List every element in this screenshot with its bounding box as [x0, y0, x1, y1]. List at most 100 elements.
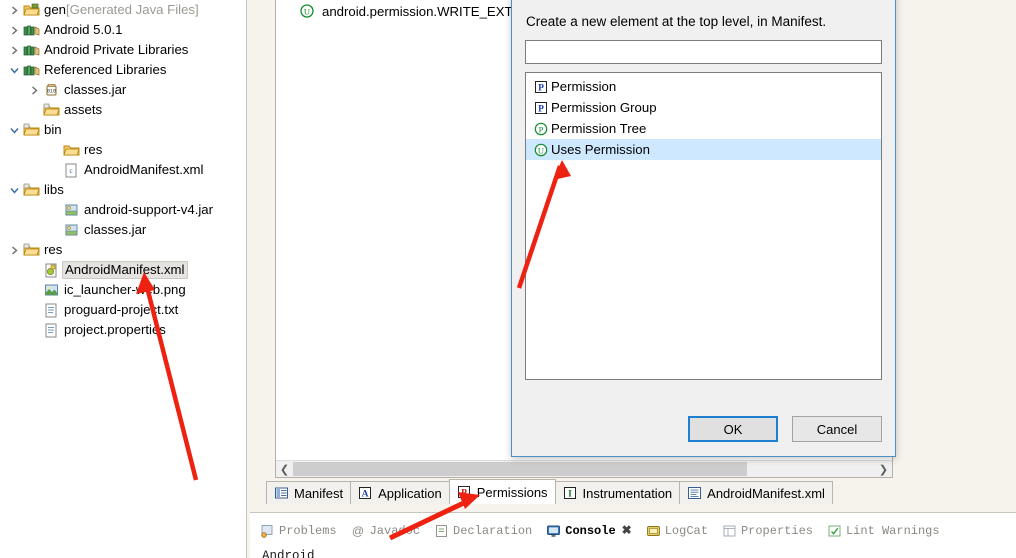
editor-tab-androidmanifest-xml[interactable]: AndroidManifest.xml	[679, 481, 833, 504]
tree-item[interactable]: assets	[0, 100, 246, 120]
chevron-right-icon[interactable]	[26, 80, 42, 100]
library-icon	[22, 62, 40, 78]
close-icon[interactable]: ✖	[622, 523, 632, 538]
tree-item[interactable]: res	[0, 240, 246, 260]
project-tree[interactable]: gen [Generated Java Files] Android 5.0.1 A…	[0, 0, 246, 340]
svg-text:U: U	[304, 6, 310, 16]
source-folder-icon	[22, 122, 40, 138]
text-file-icon	[42, 302, 60, 318]
view-tab-bar[interactable]: ! Problems @ Javadoc Declaration Console ✖ LogC…	[260, 523, 940, 538]
editor-horizontal-scrollbar[interactable]: ❮ ❯	[276, 460, 892, 477]
scrollbar-track[interactable]	[293, 461, 875, 477]
tree-item-label: project.properties	[64, 322, 166, 337]
view-tab-javadoc[interactable]: @ Javadoc	[351, 524, 421, 538]
chevron-left-icon[interactable]: ❮	[276, 461, 293, 477]
chevron-right-icon[interactable]	[6, 20, 22, 40]
svg-text:P: P	[538, 104, 544, 114]
javadoc-icon: @	[351, 524, 366, 538]
svg-text:@: @	[352, 524, 364, 538]
view-tab-declaration[interactable]: Declaration	[434, 524, 532, 538]
chevron-right-icon[interactable]	[6, 0, 22, 20]
element-type-label: Uses Permission	[551, 142, 650, 157]
tree-item[interactable]: android-support-v4.jar	[0, 200, 246, 220]
tree-item[interactable]: Android 5.0.1	[0, 20, 246, 40]
view-tab-label: Console	[565, 523, 616, 538]
editor-tab-instrumentation[interactable]: I Instrumentation	[554, 481, 681, 504]
xml-source-icon	[687, 486, 702, 501]
svg-text:A: A	[362, 490, 369, 500]
element-type-list[interactable]: P Permission P Permission Group P Permission …	[525, 72, 882, 380]
dialog-prompt: Create a new element at the top level, i…	[526, 14, 827, 29]
tree-item[interactable]: libs	[0, 180, 246, 200]
tree-item[interactable]: gen [Generated Java Files]	[0, 0, 246, 20]
editor-page-tabs[interactable]: Manifest A Application P Permissions I Instrum…	[266, 479, 893, 504]
editor-tab-application[interactable]: A Application	[350, 481, 450, 504]
application-icon: A	[358, 486, 373, 501]
tree-item-suffix: [Generated Java Files]	[66, 2, 199, 17]
cancel-button[interactable]: Cancel	[792, 416, 882, 442]
tree-item[interactable]: AndroidManifest.xml	[0, 260, 246, 280]
tree-item[interactable]: Referenced Libraries	[0, 60, 246, 80]
declaration-icon	[434, 524, 449, 538]
editor-tab-label: Application	[378, 485, 442, 501]
chevron-right-icon[interactable]: ❯	[875, 461, 892, 477]
text-file-icon	[42, 322, 60, 338]
permission-name: android.permission.WRITE_EXTER	[322, 3, 531, 19]
chevron-right-icon[interactable]	[6, 40, 22, 60]
tree-item[interactable]: 010 classes.jar	[0, 80, 246, 100]
svg-text:c: c	[69, 167, 72, 175]
element-type-item[interactable]: P Permission Tree	[526, 118, 881, 139]
folder-gen-icon	[22, 2, 40, 18]
tree-item-label: Referenced Libraries	[44, 62, 167, 77]
tree-item[interactable]: bin	[0, 120, 246, 140]
chevron-down-icon[interactable]	[6, 180, 22, 200]
dialog-button-bar[interactable]: OK Cancel	[688, 416, 882, 442]
chevron-down-icon[interactable]	[6, 120, 22, 140]
editor-tab-manifest[interactable]: Manifest	[266, 481, 352, 504]
editor-tab-label: Instrumentation	[582, 485, 673, 501]
tree-item[interactable]: classes.jar	[0, 220, 246, 240]
tree-item[interactable]: c AndroidManifest.xml	[0, 160, 246, 180]
element-type-item[interactable]: P Permission Group	[526, 97, 881, 118]
ok-button[interactable]: OK	[688, 416, 778, 442]
view-tab-logcat[interactable]: LogCat	[646, 524, 708, 538]
source-folder-icon	[22, 242, 40, 258]
library-icon	[22, 22, 40, 38]
tree-item[interactable]: Android Private Libraries	[0, 40, 246, 60]
editor-tab-permissions[interactable]: P Permissions	[448, 479, 556, 504]
bottom-view-panel[interactable]: ! Problems @ Javadoc Declaration Console ✖ LogC…	[250, 512, 1016, 558]
element-type-label: Permission	[551, 79, 617, 94]
tree-item[interactable]: res	[0, 140, 246, 160]
permission-tree-icon: P	[533, 121, 550, 136]
new-element-dialog[interactable]: Create a new element at the top level, i…	[511, 0, 896, 457]
tree-item[interactable]: ic_launcher-web.png	[0, 280, 246, 300]
element-type-item[interactable]: U Uses Permission	[526, 139, 881, 160]
tree-item-label: classes.jar	[84, 222, 147, 237]
source-folder-icon	[42, 102, 60, 118]
tree-item[interactable]: project.properties	[0, 320, 246, 340]
scrollbar-thumb[interactable]	[293, 462, 747, 476]
tree-item-label: res	[44, 242, 63, 257]
view-tab-label: LogCat	[664, 523, 708, 538]
tree-item-label: assets	[64, 102, 103, 117]
xml-file-icon: c	[62, 162, 80, 178]
view-tab-problems[interactable]: ! Problems	[260, 524, 337, 538]
view-tab-lint-warnings[interactable]: Lint Warnings	[827, 524, 940, 538]
svg-text:P: P	[539, 124, 544, 134]
uses-permission-icon: U	[533, 142, 550, 157]
tree-item[interactable]: proguard-project.txt	[0, 300, 246, 320]
uses-permission-icon: U	[298, 3, 316, 19]
chevron-right-icon[interactable]	[6, 240, 22, 260]
view-tab-properties[interactable]: Properties	[722, 524, 813, 538]
chevron-down-icon[interactable]	[6, 60, 22, 80]
element-type-item[interactable]: P Permission	[526, 76, 881, 97]
element-filter-input[interactable]	[525, 40, 882, 64]
element-type-label: Permission Group	[551, 100, 657, 115]
tree-item-label: libs	[44, 182, 64, 197]
view-tab-console[interactable]: Console ✖	[546, 523, 632, 538]
package-explorer[interactable]: gen [Generated Java Files] Android 5.0.1 A…	[0, 0, 247, 558]
